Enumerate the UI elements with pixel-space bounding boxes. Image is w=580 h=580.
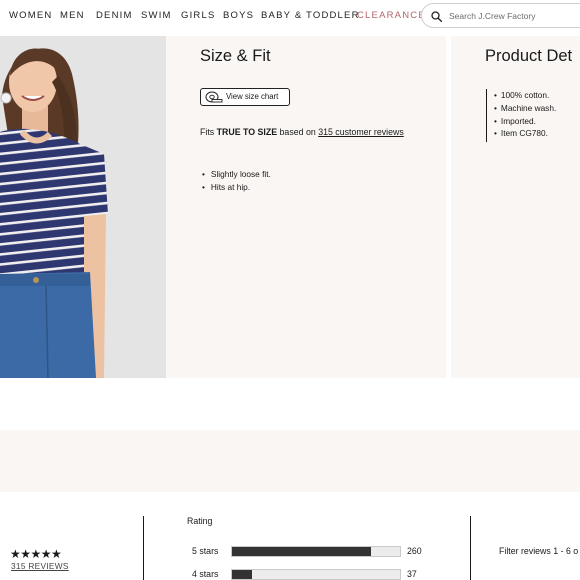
nav-girls[interactable]: GIRLS xyxy=(181,10,216,21)
detail-bullet: 100% cotton. xyxy=(494,89,556,102)
nav-boys[interactable]: BOYS xyxy=(223,10,254,21)
size-chart-label: View size chart xyxy=(226,92,279,101)
detail-bullet: Imported. xyxy=(494,115,556,128)
promo-band xyxy=(0,430,580,492)
product-details-panel: Product Det 100% cotton. Machine wash. I… xyxy=(451,36,580,378)
nav-clearance[interactable]: CLEARANCE xyxy=(357,10,426,21)
filter-reviews-text: Filter reviews 1 - 6 o xyxy=(499,546,579,556)
reviews-divider xyxy=(470,516,471,580)
nav-women[interactable]: WOMEN xyxy=(9,10,52,21)
nav-swim[interactable]: SWIM xyxy=(141,10,172,21)
fit-bullet: Slightly loose fit. xyxy=(202,168,271,181)
fit-summary: Fits TRUE TO SIZE based on 315 customer … xyxy=(200,126,410,139)
nav-men[interactable]: MEN xyxy=(60,10,85,21)
nav-baby-toddler[interactable]: BABY & TODDLER xyxy=(261,10,360,21)
reviews-divider xyxy=(143,516,144,580)
star-rating-icon: ★★★★★ xyxy=(10,547,62,561)
rating-bar xyxy=(231,569,401,580)
rating-bar-fill xyxy=(232,547,372,556)
product-details-bullets: 100% cotton. Machine wash. Imported. Ite… xyxy=(486,89,556,142)
fit-bullets: Slightly loose fit. Hits at hip. xyxy=(202,168,271,194)
reviews-count-link[interactable]: 315 REVIEWS xyxy=(11,561,69,571)
size-fit-panel: Size & Fit View size chart Fits TRUE TO … xyxy=(166,36,446,378)
fit-bullet: Hits at hip. xyxy=(202,181,271,194)
rating-row-count: 260 xyxy=(407,546,422,556)
fit-prefix: Fits xyxy=(200,127,215,137)
rating-bar-fill xyxy=(232,570,253,579)
detail-bullet: Item CG780. xyxy=(494,127,556,140)
search-box[interactable] xyxy=(421,3,580,28)
top-nav: WOMEN MEN DENIM SWIM GIRLS BOYS BABY & T… xyxy=(0,0,580,36)
rating-bar xyxy=(231,546,401,557)
rating-title: Rating xyxy=(187,516,213,526)
rating-row-label: 5 stars xyxy=(192,546,219,556)
search-icon xyxy=(431,11,442,22)
customer-reviews-link[interactable]: 315 customer reviews xyxy=(318,127,404,137)
product-photo xyxy=(0,36,166,378)
fit-value: TRUE TO SIZE xyxy=(216,127,278,137)
product-details-title: Product Det xyxy=(485,47,573,65)
nav-denim[interactable]: DENIM xyxy=(96,10,133,21)
view-size-chart-button[interactable]: View size chart xyxy=(200,88,290,106)
search-input[interactable] xyxy=(449,8,580,24)
detail-bullet: Machine wash. xyxy=(494,102,556,115)
rating-row-label: 4 stars xyxy=(192,569,219,579)
size-fit-title: Size & Fit xyxy=(200,47,271,65)
tape-measure-icon xyxy=(205,91,223,103)
rating-row-count: 37 xyxy=(407,569,417,579)
reviews-section: ★★★★★ 315 REVIEWS Rating 5 stars 260 4 s… xyxy=(0,492,580,580)
fit-middle: based on xyxy=(279,127,316,137)
rating-row-5-stars[interactable]: 5 stars 260 xyxy=(192,545,432,559)
rating-row-4-stars[interactable]: 4 stars 37 xyxy=(192,568,432,580)
